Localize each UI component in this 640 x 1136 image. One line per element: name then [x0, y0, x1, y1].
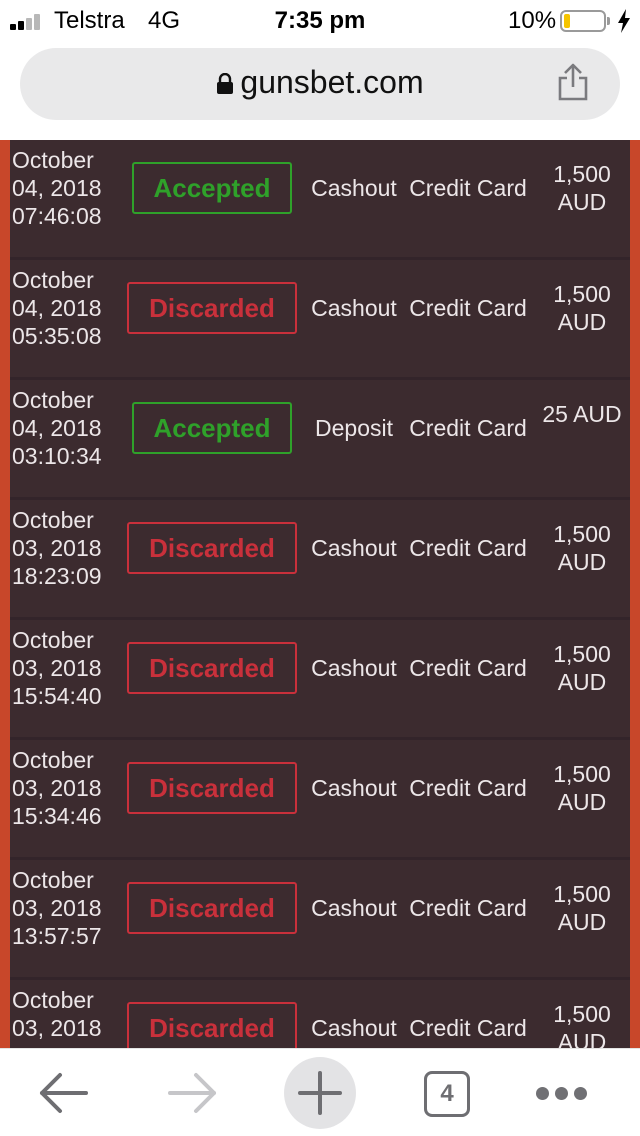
transaction-amount: 1,500 AUD: [553, 761, 611, 815]
status-badge: Discarded: [127, 762, 297, 814]
transaction-row: October 03, 2018 15:54:40 Discarded Cashou…: [10, 620, 630, 740]
transaction-row: October 04, 2018 05:35:08 Discarded Cashou…: [10, 260, 630, 380]
lock-icon: [217, 73, 234, 94]
back-arrow-icon: [40, 1073, 88, 1113]
payment-method: Credit Card: [409, 1015, 527, 1041]
forward-arrow-icon: [168, 1073, 216, 1113]
transaction-amount: 1,500 AUD: [553, 521, 611, 575]
payment-method: Credit Card: [409, 415, 527, 441]
back-button[interactable]: [30, 1049, 100, 1136]
transaction-type: Cashout: [311, 535, 397, 561]
browser-toolbar: 4: [0, 1048, 640, 1136]
status-bar: Telstra 4G 7:35 pm 10%: [0, 0, 640, 42]
address-bar[interactable]: gunsbet.com: [20, 48, 620, 120]
transaction-row: October 03, 2018 15:34:46 Discarded Cashou…: [10, 740, 630, 860]
tabs-button[interactable]: 4: [420, 1049, 476, 1136]
battery-percentage: 10%: [508, 7, 557, 34]
url-display[interactable]: gunsbet.com: [20, 64, 620, 101]
transaction-type: Cashout: [311, 775, 397, 801]
transaction-amount: 1,500 AUD: [553, 281, 611, 335]
transaction-row: October 04, 2018 07:46:08 Accepted Cashout…: [10, 140, 630, 260]
transaction-type: Cashout: [311, 295, 397, 321]
more-menu-button[interactable]: [530, 1049, 592, 1136]
transaction-amount: 25 AUD: [542, 401, 622, 427]
transaction-date: October 03, 2018 15:54:40: [12, 627, 102, 709]
battery-level: [564, 14, 570, 28]
payment-method: Credit Card: [409, 655, 527, 681]
browser-screen: Telstra 4G 7:35 pm 10% gunsbet.com Octob…: [0, 0, 640, 1136]
transaction-date: October 04, 2018 07:46:08: [12, 147, 102, 229]
payment-method: Credit Card: [409, 535, 527, 561]
transaction-date: October 03, 2018: [12, 987, 102, 1041]
status-badge: Discarded: [127, 882, 297, 934]
status-badge: Discarded: [127, 282, 297, 334]
battery-tip: [607, 17, 610, 25]
status-badge: Accepted: [132, 162, 292, 214]
plus-icon: [298, 1071, 342, 1115]
transaction-list: October 04, 2018 07:46:08 Accepted Cashout…: [10, 140, 630, 1048]
transaction-date: October 03, 2018 15:34:46: [12, 747, 102, 829]
transaction-type: Cashout: [311, 1015, 397, 1041]
transaction-amount: 1,500 AUD: [553, 161, 611, 215]
share-icon[interactable]: [556, 62, 590, 102]
payment-method: Credit Card: [409, 175, 527, 201]
transaction-date: October 04, 2018 05:35:08: [12, 267, 102, 349]
battery-icon: [560, 10, 606, 32]
transaction-type: Cashout: [311, 895, 397, 921]
payment-method: Credit Card: [409, 295, 527, 321]
payment-method: Credit Card: [409, 775, 527, 801]
transaction-type: Cashout: [311, 175, 397, 201]
payment-method: Credit Card: [409, 895, 527, 921]
transaction-date: October 04, 2018 03:10:34: [12, 387, 102, 469]
transaction-amount: 1,500 AUD: [553, 1001, 611, 1048]
forward-button[interactable]: [158, 1049, 228, 1136]
status-badge: Discarded: [127, 1002, 297, 1048]
transaction-date: October 03, 2018 18:23:09: [12, 507, 102, 589]
status-badge: Accepted: [132, 402, 292, 454]
transaction-row: October 03, 2018 13:57:57 Discarded Cashou…: [10, 860, 630, 980]
transaction-type: Deposit: [315, 415, 393, 441]
charging-bolt-icon: [618, 9, 630, 33]
transaction-type: Cashout: [311, 655, 397, 681]
url-text: gunsbet.com: [240, 64, 424, 100]
transaction-amount: 1,500 AUD: [553, 881, 611, 935]
tab-count: 4: [424, 1071, 470, 1117]
transaction-row: October 04, 2018 03:10:34 Accepted Deposit…: [10, 380, 630, 500]
status-badge: Discarded: [127, 522, 297, 574]
status-badge: Discarded: [127, 642, 297, 694]
new-tab-button[interactable]: [284, 1057, 356, 1129]
transaction-amount: 1,500 AUD: [553, 641, 611, 695]
transaction-row: October 03, 2018 Discarded Cashout Credit C…: [10, 980, 630, 1048]
transaction-date: October 03, 2018 13:57:57: [12, 867, 102, 949]
transaction-row: October 03, 2018 18:23:09 Discarded Cashou…: [10, 500, 630, 620]
page-content[interactable]: October 04, 2018 07:46:08 Accepted Cashout…: [0, 140, 640, 1048]
